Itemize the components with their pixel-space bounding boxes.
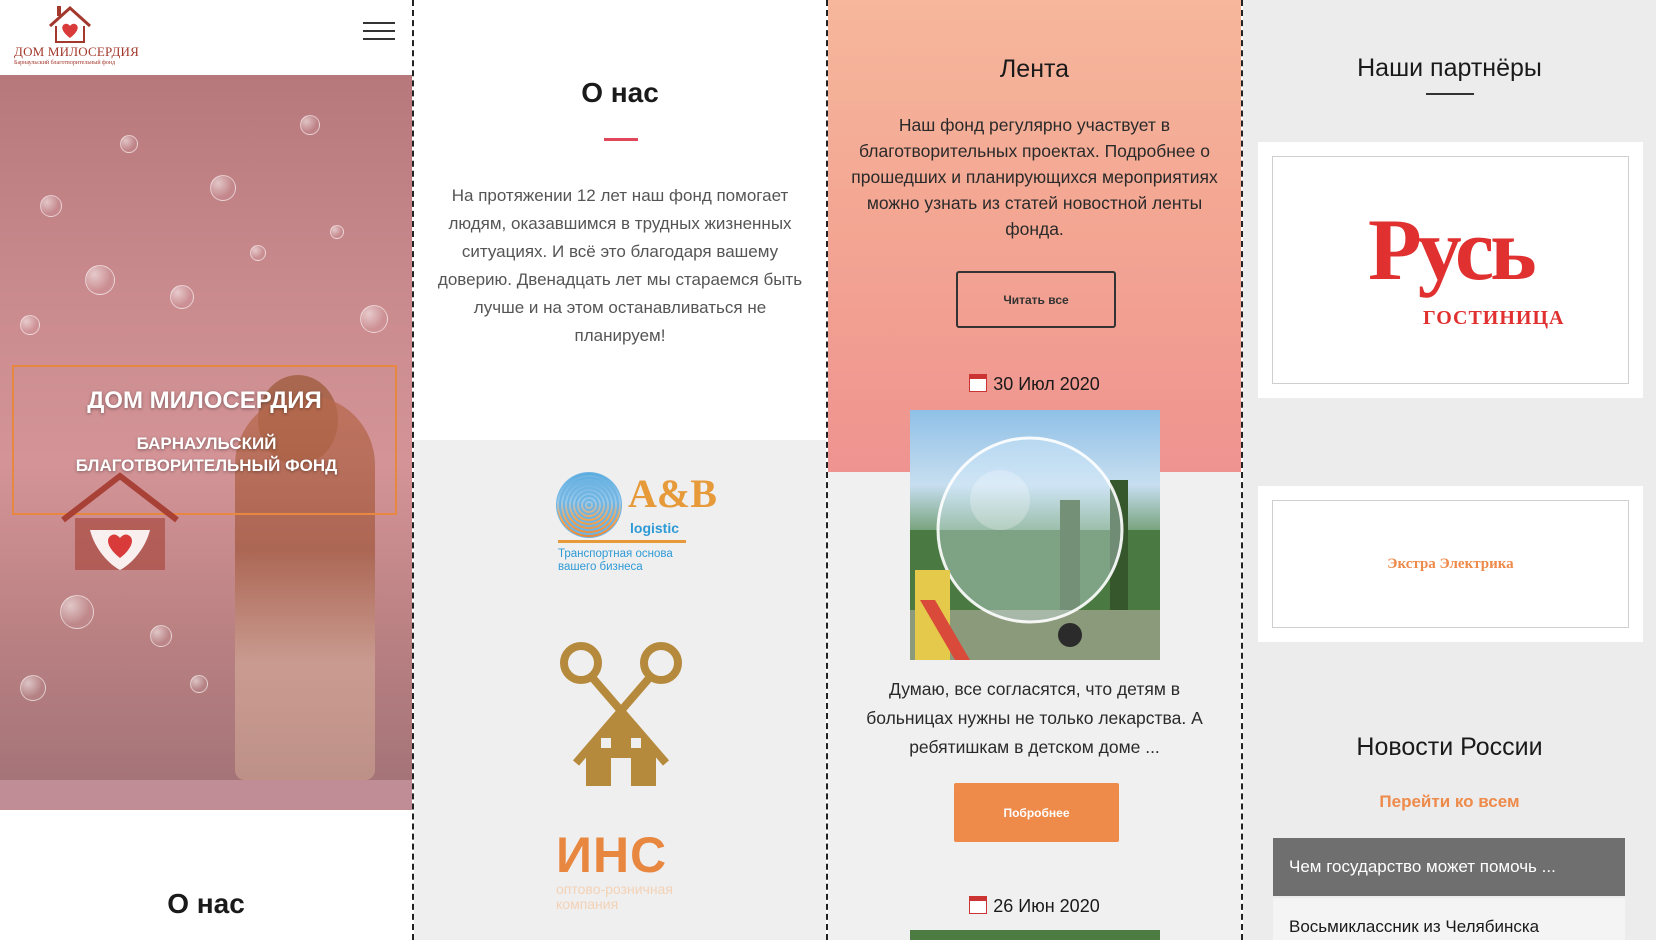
bubble-decoration — [210, 175, 236, 201]
ab-logo-divider — [558, 540, 686, 543]
ab-logo-sub: logistic — [630, 520, 680, 536]
post-date: 26 Июн 2020 — [828, 896, 1241, 917]
hero-bottom-band — [0, 780, 412, 810]
mobile-view-feed: Лента Наш фонд регулярно участвует в бла… — [828, 0, 1241, 940]
bubble-decoration — [360, 305, 388, 333]
partner-logo-frame: Русь ГОСТИНИЦА — [1272, 156, 1629, 384]
mobile-view-about: О нас На протяжении 12 лет наш фонд помо… — [414, 0, 826, 940]
partner-logos-strip: A&B logistic Транспортная основа вашего … — [414, 440, 826, 940]
crossed-keys-house-icon[interactable] — [556, 638, 686, 788]
globe-icon — [556, 472, 622, 538]
post-date-text: 26 Июн 2020 — [993, 896, 1100, 916]
logo-title: ДОМ МИЛОСЕРДИЯ — [14, 44, 139, 59]
bubble-decoration — [300, 115, 320, 135]
partner-card-extra[interactable]: Экстра Электрика — [1258, 486, 1643, 642]
bubble-photo — [910, 436, 1160, 660]
hero-title: ДОМ МИЛОСЕРДИЯ — [87, 387, 322, 414]
site-logo[interactable]: ДОМ МИЛОСЕРДИЯ Барнаульский благотворите… — [12, 4, 139, 70]
bubble-decoration — [20, 315, 40, 335]
about-text: На протяжении 12 лет наш фонд помогает л… — [437, 186, 803, 345]
feed-description: Наш фонд регулярно участвует в благотвор… — [851, 115, 1218, 239]
partner-card-rus[interactable]: Русь ГОСТИНИЦА — [1258, 142, 1643, 398]
bubble-decoration — [60, 595, 94, 629]
feed-title: Лента — [999, 55, 1070, 83]
about-title: О нас — [581, 77, 659, 108]
partners-title: Наши партнёры — [1357, 54, 1542, 82]
post-image[interactable] — [910, 930, 1160, 940]
ins-logo-tagline: оптово-розничная компания — [556, 881, 673, 912]
ab-logistic-logo[interactable]: A&B logistic Транспортная основа вашего … — [556, 470, 717, 580]
bubble-decoration — [250, 245, 266, 261]
russia-news-title: Новости России — [1356, 733, 1543, 761]
post-date-text: 30 Июл 2020 — [993, 374, 1100, 394]
rus-logo-sub: ГОСТИНИЦА — [1423, 307, 1565, 329]
bubble-decoration — [150, 625, 172, 647]
calendar-icon — [969, 374, 988, 392]
menu-burger-icon[interactable] — [363, 22, 395, 42]
mobile-view-partners: Наши партнёры Русь ГОСТИНИЦА Экстра Элек… — [1243, 0, 1656, 940]
bubble-decoration — [190, 675, 208, 693]
bubble-decoration — [170, 285, 194, 309]
section-title-about: О нас — [167, 888, 245, 919]
bubble-decoration — [85, 265, 115, 295]
post-image[interactable] — [910, 410, 1160, 660]
hero-banner: ДОМ МИЛОСЕРДИЯ БАРНАУЛЬСКИЙ БЛАГОТВОРИТЕ… — [0, 75, 412, 780]
hero-house-heart-icon — [61, 472, 179, 570]
bubble-decoration — [120, 135, 138, 153]
title-underline — [604, 138, 638, 141]
logo-subtitle: Барнаульский благотворительный фонд — [14, 60, 116, 66]
mobile-view-home: ДОМ МИЛОСЕРДИЯ Барнаульский благотворите… — [0, 0, 412, 940]
calendar-icon — [969, 896, 988, 914]
rus-logo-name: Русь — [1368, 202, 1537, 299]
read-all-button[interactable]: Читать все — [956, 271, 1116, 328]
page: ДОМ МИЛОСЕРДИЯ Барнаульский благотворите… — [0, 0, 1656, 940]
site-header: ДОМ МИЛОСЕРДИЯ Барнаульский благотворите… — [0, 0, 412, 75]
bubble-decoration — [20, 675, 46, 701]
title-underline — [1426, 93, 1474, 95]
post-excerpt: Думаю, все согласятся, что детям в больн… — [866, 679, 1203, 757]
read-more-button[interactable]: Побробнее — [954, 783, 1119, 842]
bubble-decoration — [330, 225, 344, 239]
ins-logo-name: ИНС — [556, 827, 668, 883]
ins-logo[interactable]: ИНС оптово-розничная компания — [556, 830, 691, 920]
extra-logo-name: Экстра Электрика — [1387, 555, 1514, 572]
news-list-item[interactable]: Чем государство может помочь ... — [1273, 838, 1625, 896]
news-list-item[interactable]: Восьмиклассник из Челябинска — [1273, 898, 1625, 940]
bubble-decoration — [40, 195, 62, 217]
ab-logo-tagline: Транспортная основа вашего бизнеса — [558, 548, 673, 573]
post-date: 30 Июл 2020 — [828, 374, 1241, 395]
house-heart-icon — [48, 5, 92, 43]
partner-logo-frame: Экстра Электрика — [1272, 500, 1629, 628]
view-all-link[interactable]: Перейти ко всем — [1243, 792, 1656, 812]
ab-logo-name: A&B — [628, 471, 717, 516]
